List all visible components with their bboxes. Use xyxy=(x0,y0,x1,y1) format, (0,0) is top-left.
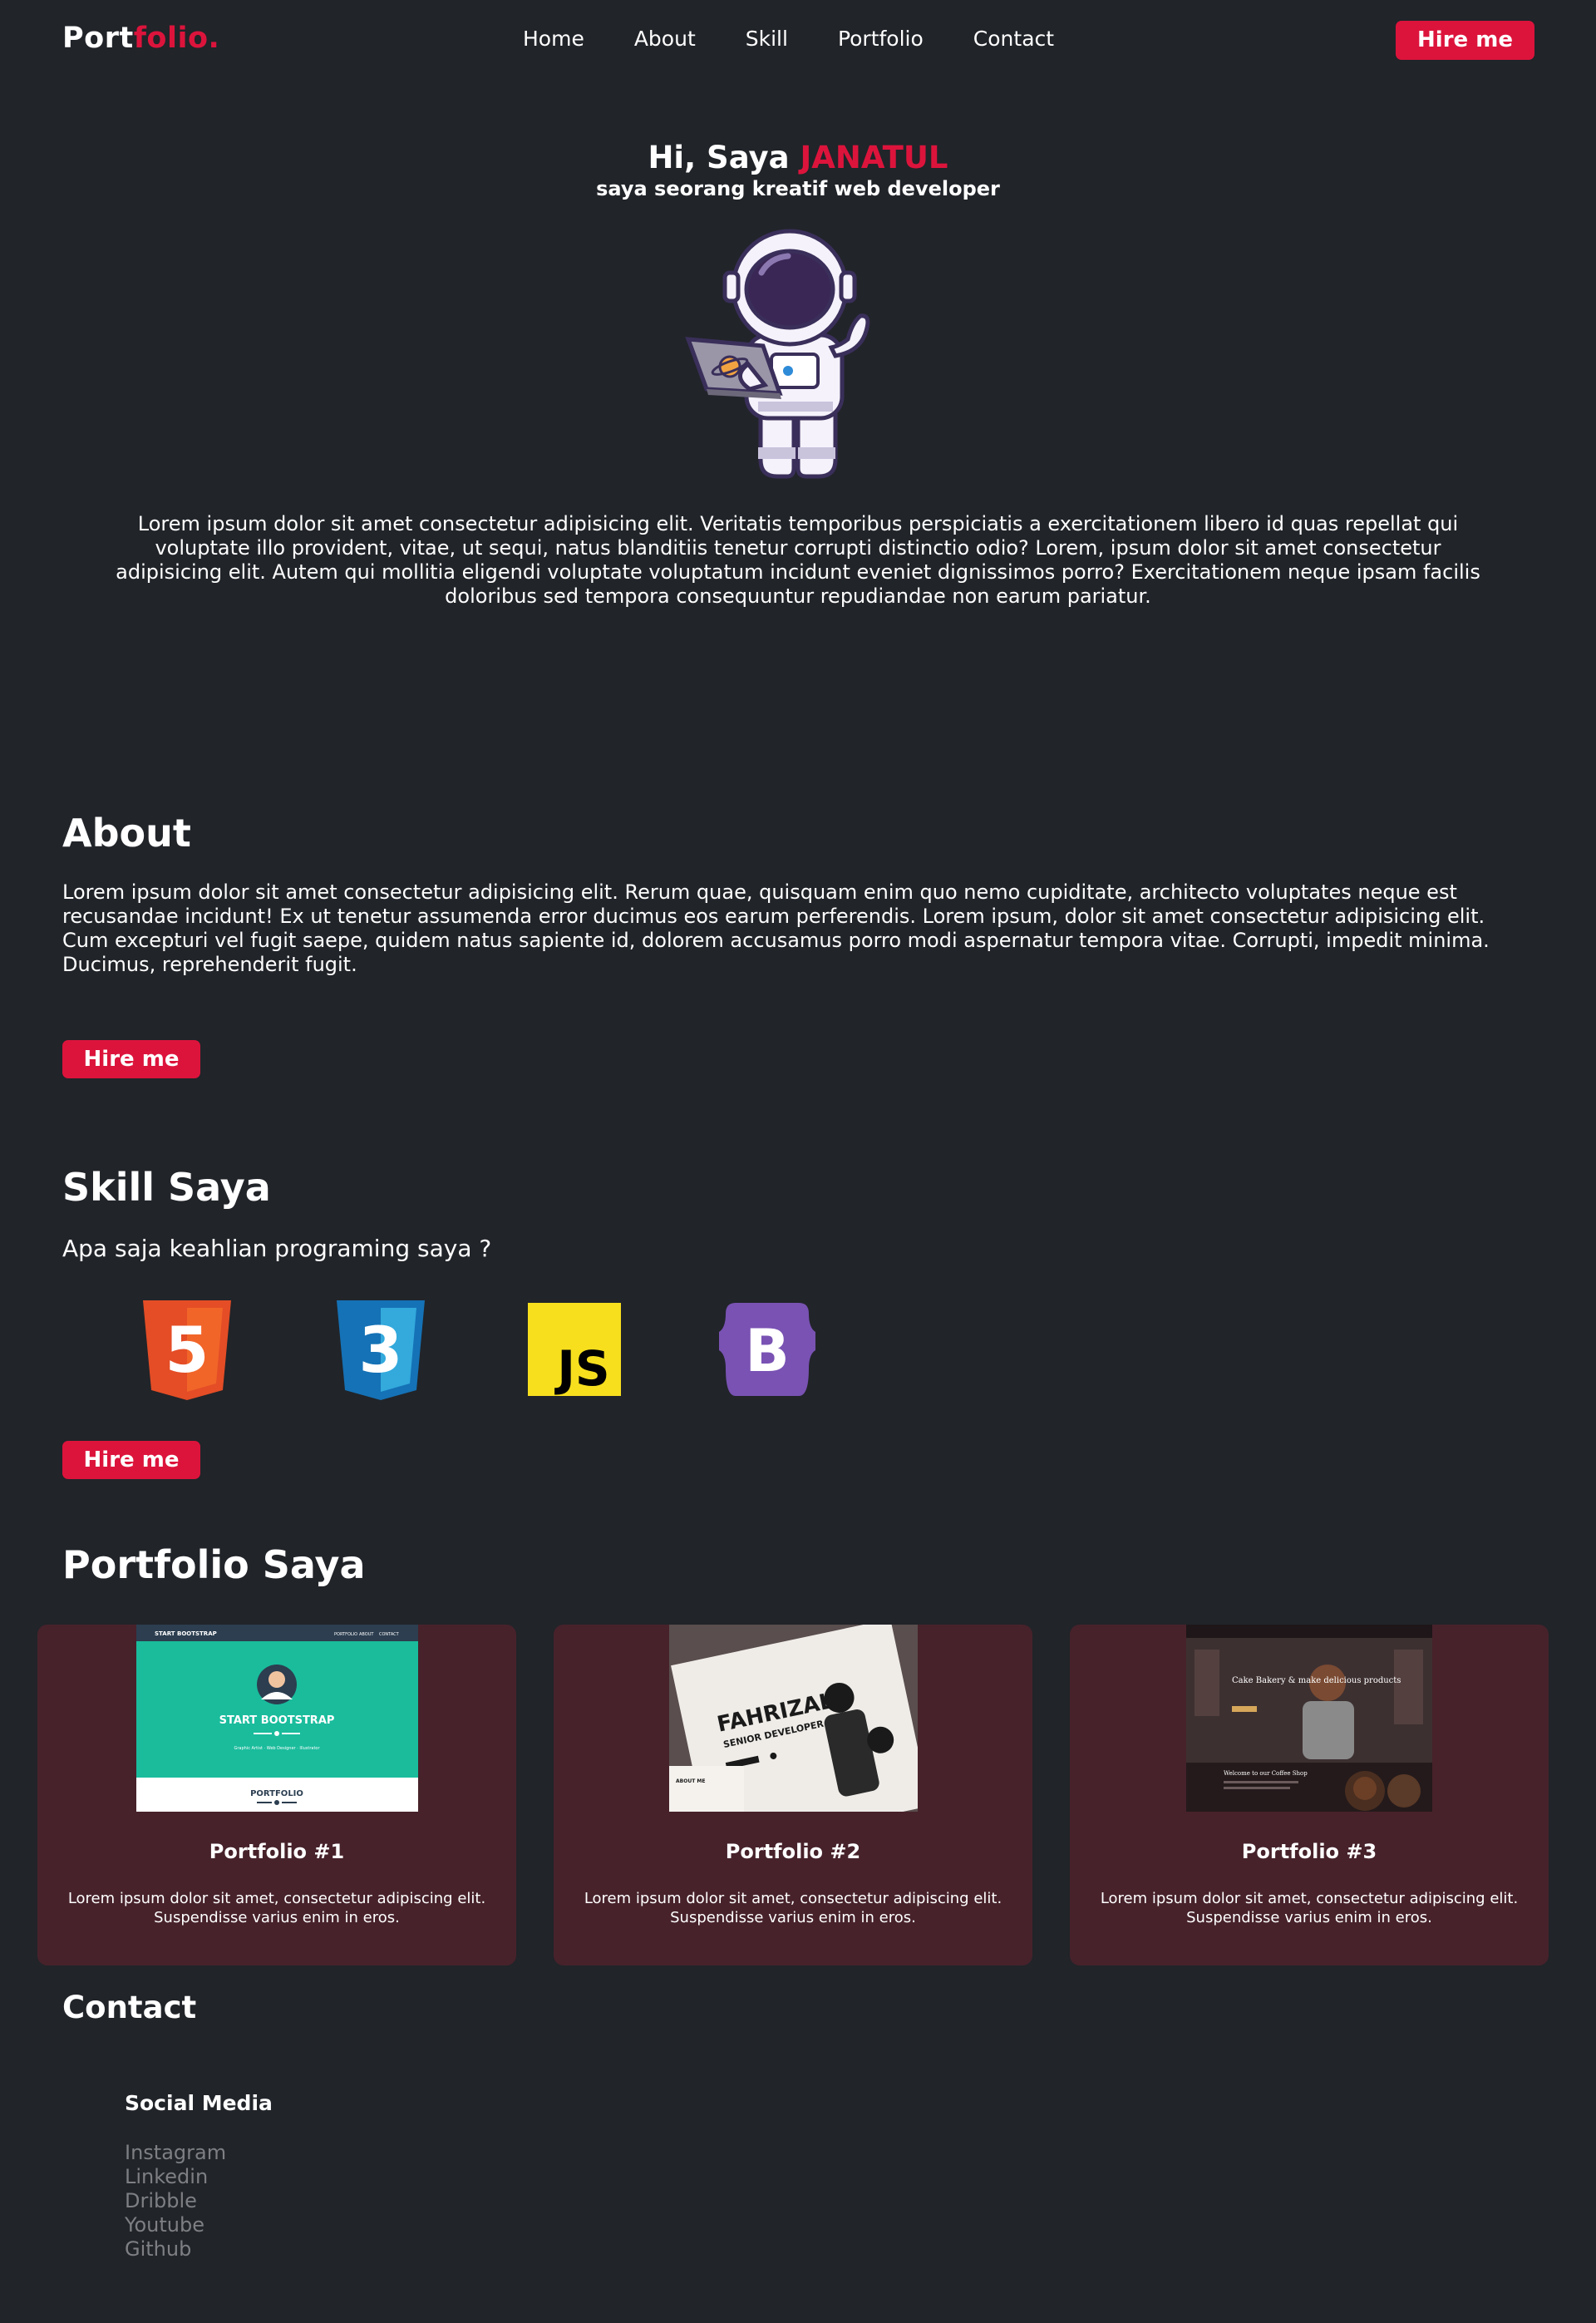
navbar: Portfolio. Home About Skill Portfolio Co… xyxy=(0,0,1596,81)
hero-name: JANATUL xyxy=(800,140,948,175)
svg-text:B: B xyxy=(745,1317,789,1385)
javascript-icon: JS xyxy=(528,1303,621,1397)
svg-text:JS: JS xyxy=(554,1340,609,1397)
hero-greeting: Hi, Saya xyxy=(648,140,790,175)
social-link-linkedin[interactable]: Linkedin xyxy=(125,2165,226,2189)
portfolio-text-1: Lorem ipsum dolor sit amet, consectetur … xyxy=(67,1890,486,1926)
portfolio-text-3: Lorem ipsum dolor sit amet, consectetur … xyxy=(1100,1890,1519,1926)
svg-text:START BOOTSTRAP: START BOOTSTRAP xyxy=(155,1630,217,1637)
hero-subtitle: saya seorang kreatif web developer xyxy=(596,177,1000,200)
portfolio-card-2[interactable]: FAHRIZAL SENIOR DEVELOPER ABOUT ME Lorem… xyxy=(554,1625,1032,1965)
portfolio-card-1[interactable]: START BOOTSTRAP PORTFOLIO ABOUT CONTACT … xyxy=(37,1625,516,1965)
portfolio-title-3: Portfolio #3 xyxy=(1241,1840,1377,1863)
astronaut-illustration xyxy=(685,229,870,479)
about-title: About xyxy=(62,811,191,856)
about-paragraph: Lorem ipsum dolor sit amet consectetur a… xyxy=(62,880,1490,976)
svg-text:ABOUT ME: ABOUT ME xyxy=(676,1778,705,1784)
portfolio-text-2: Lorem ipsum dolor sit amet, consectetur … xyxy=(584,1890,1002,1926)
svg-text:PORTFOLIO: PORTFOLIO xyxy=(334,1632,357,1637)
brand-logo[interactable]: Portfolio. xyxy=(62,22,219,55)
css3-icon: 3 xyxy=(337,1300,425,1400)
brand-part1: Port xyxy=(62,22,134,55)
nav-link-about[interactable]: About xyxy=(634,27,696,51)
portfolio-thumb-1: START BOOTSTRAP PORTFOLIO ABOUT CONTACT … xyxy=(136,1625,418,1812)
skill-subtitle: Apa saja keahlian programing saya ? xyxy=(62,1235,492,1262)
nav-link-portfolio[interactable]: Portfolio xyxy=(838,27,924,51)
svg-text:ABOUT: ABOUT xyxy=(359,1632,374,1637)
hero-paragraph: Lorem ipsum dolor sit amet consectetur a… xyxy=(116,512,1480,608)
portfolio-thumb-3: Cake Bakery & make delicious products We… xyxy=(1186,1625,1432,1812)
svg-text:Cake Bakery & make delicious p: Cake Bakery & make delicious products xyxy=(1232,1676,1401,1685)
nav-link-skill[interactable]: Skill xyxy=(746,27,788,51)
social-media-title: Social Media xyxy=(125,2091,273,2115)
hero-title: Hi, Saya JANATUL xyxy=(0,140,1596,175)
portfolio-title: Portfolio Saya xyxy=(62,1542,366,1587)
svg-text:3: 3 xyxy=(359,1313,403,1387)
svg-text:5: 5 xyxy=(165,1313,209,1387)
social-links: Instagram Linkedin Dribble Youtube Githu… xyxy=(125,2141,226,2261)
svg-text:CONTACT: CONTACT xyxy=(379,1632,400,1637)
svg-text:START BOOTSTRAP: START BOOTSTRAP xyxy=(219,1714,335,1727)
social-link-github[interactable]: Github xyxy=(125,2237,226,2261)
portfolio-thumb-2: FAHRIZAL SENIOR DEVELOPER ABOUT ME xyxy=(669,1625,918,1812)
social-link-youtube[interactable]: Youtube xyxy=(125,2213,226,2237)
skill-hire-button[interactable]: Hire me xyxy=(62,1441,200,1479)
bootstrap-icon: B xyxy=(719,1303,815,1396)
contact-title: Contact xyxy=(62,1990,197,2025)
portfolio-card-3[interactable]: Cake Bakery & make delicious products We… xyxy=(1070,1625,1549,1965)
portfolio-title-1: Portfolio #1 xyxy=(209,1840,345,1863)
social-link-instagram[interactable]: Instagram xyxy=(125,2141,226,2165)
svg-text:Welcome to our Coffee Shop: Welcome to our Coffee Shop xyxy=(1224,1770,1308,1777)
svg-text:Graphic Artist · Web Designer: Graphic Artist · Web Designer · Illustra… xyxy=(234,1746,320,1751)
social-link-dribble[interactable]: Dribble xyxy=(125,2189,226,2213)
html5-icon: 5 xyxy=(143,1300,231,1400)
skill-title: Skill Saya xyxy=(62,1165,271,1210)
nav-link-contact[interactable]: Contact xyxy=(973,27,1054,51)
nav-links: Home About Skill Portfolio Contact xyxy=(523,27,1104,51)
portfolio-title-2: Portfolio #2 xyxy=(725,1840,861,1863)
about-hire-button[interactable]: Hire me xyxy=(62,1040,200,1078)
nav-link-home[interactable]: Home xyxy=(523,27,584,51)
svg-text:PORTFOLIO: PORTFOLIO xyxy=(250,1789,303,1798)
brand-part2: folio. xyxy=(133,22,220,55)
nav-hire-button[interactable]: Hire me xyxy=(1396,21,1534,60)
